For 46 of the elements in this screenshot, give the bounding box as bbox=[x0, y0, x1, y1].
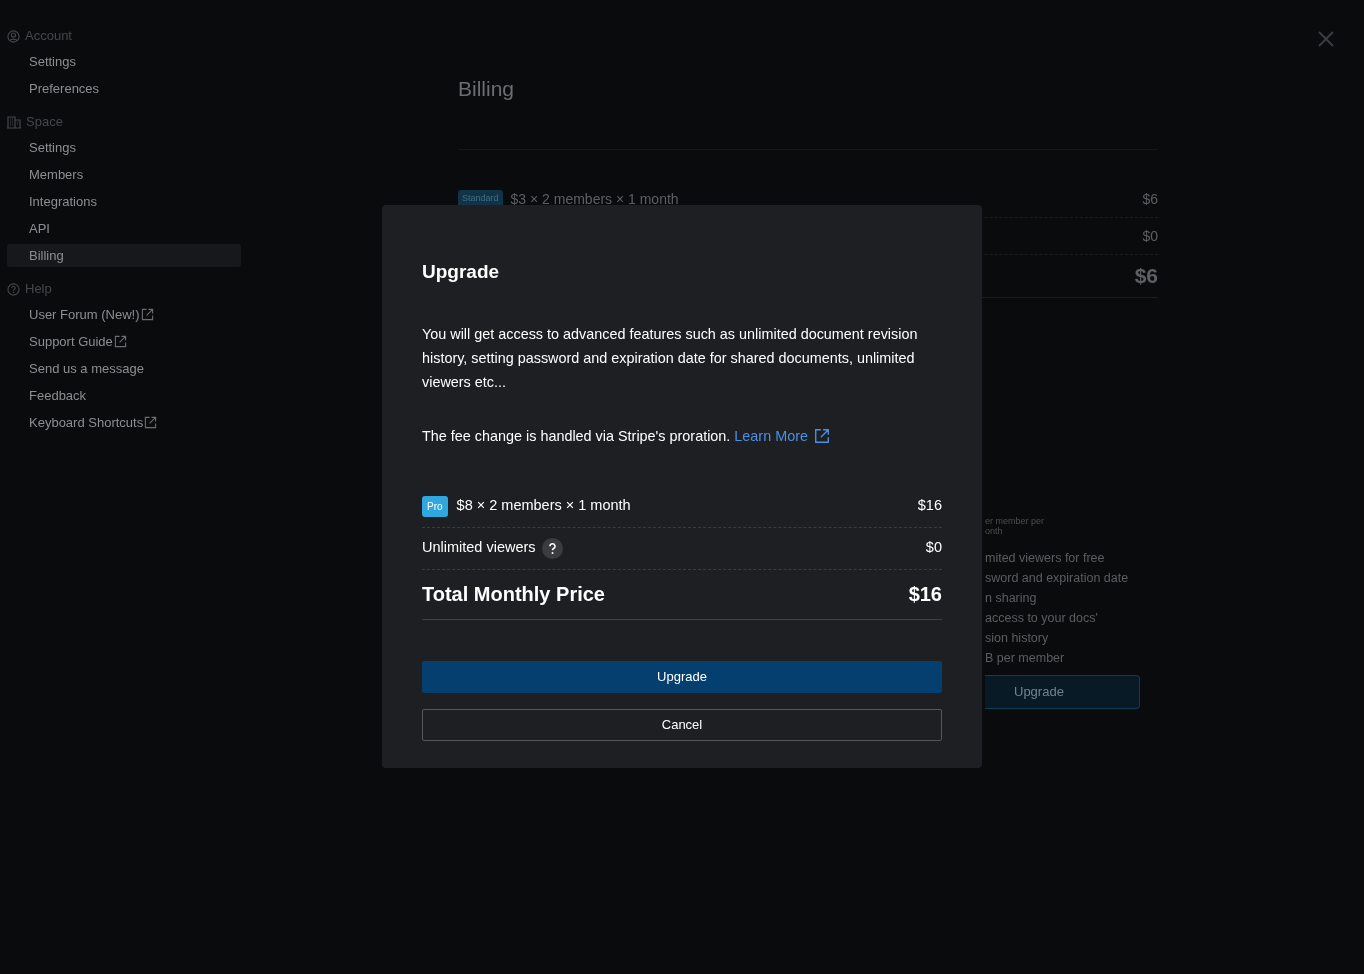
price-note: onth bbox=[985, 526, 1004, 536]
feature-text: B per member bbox=[985, 650, 1066, 666]
total-label: Total Monthly Price bbox=[422, 582, 605, 608]
sidebar-item[interactable]: Send us a message bbox=[7, 357, 241, 380]
total-amount: $6 bbox=[1134, 263, 1158, 290]
sidebar-item[interactable]: Settings bbox=[7, 50, 241, 73]
total-amount: $16 bbox=[908, 582, 942, 608]
cancel-button[interactable]: Cancel bbox=[422, 708, 942, 741]
plan-badge: Pro bbox=[422, 495, 448, 517]
help-icon[interactable] bbox=[541, 537, 563, 559]
help-icon bbox=[7, 282, 20, 296]
dialog-title: Upgrade bbox=[422, 261, 501, 284]
learn-more-link[interactable]: Learn More bbox=[734, 423, 830, 448]
sidebar-item[interactable]: API bbox=[7, 217, 241, 240]
feature-text: n sharing bbox=[985, 590, 1038, 606]
user-icon bbox=[7, 29, 20, 43]
feature-text: sion history bbox=[985, 630, 1050, 646]
sidebar-item[interactable]: Support Guide bbox=[7, 330, 241, 353]
upgrade-button[interactable]: Upgrade bbox=[985, 675, 1140, 709]
section-title: Help bbox=[25, 280, 52, 299]
external-link-icon bbox=[813, 427, 830, 444]
note-text: The fee change is handled via Stripe's proration. bbox=[422, 427, 732, 444]
building-icon bbox=[7, 115, 21, 129]
upgrade-button[interactable]: Upgrade bbox=[422, 660, 942, 693]
sidebar-item[interactable]: Feedback bbox=[7, 384, 241, 407]
line-label: $3 × 2 members × 1 month bbox=[510, 189, 679, 209]
line-amount: $0 bbox=[925, 538, 942, 558]
sidebar-item[interactable]: Settings bbox=[7, 136, 241, 159]
line-label: $8 × 2 members × 1 month bbox=[456, 496, 631, 516]
line-amount: $0 bbox=[1142, 226, 1158, 246]
section-title: Account bbox=[25, 27, 72, 46]
feature-text: access to your docs' bbox=[985, 610, 1099, 626]
feature-text: mited viewers for free bbox=[985, 550, 1106, 566]
section-title: Space bbox=[26, 113, 63, 132]
sidebar-item[interactable]: Integrations bbox=[7, 190, 241, 213]
sidebar-item[interactable]: Members bbox=[7, 163, 241, 186]
sidebar-item[interactable]: User Forum (New!) bbox=[7, 303, 241, 326]
sidebar-item[interactable]: Billing bbox=[7, 244, 241, 267]
feature-text: sword and expiration date bbox=[985, 570, 1130, 586]
line-amount: $16 bbox=[917, 496, 942, 516]
line-label: Unlimited viewers bbox=[422, 538, 536, 558]
page-title: Billing bbox=[458, 76, 516, 102]
sidebar-item[interactable]: Preferences bbox=[7, 77, 241, 100]
line-amount: $6 bbox=[1142, 189, 1158, 209]
description-text: You will get access to advanced features such as unlimited document revision history, setting password and expiration date for shared documents, unlimited viewers etc... bbox=[422, 324, 919, 392]
sidebar-item[interactable]: Keyboard Shortcuts bbox=[7, 411, 241, 434]
